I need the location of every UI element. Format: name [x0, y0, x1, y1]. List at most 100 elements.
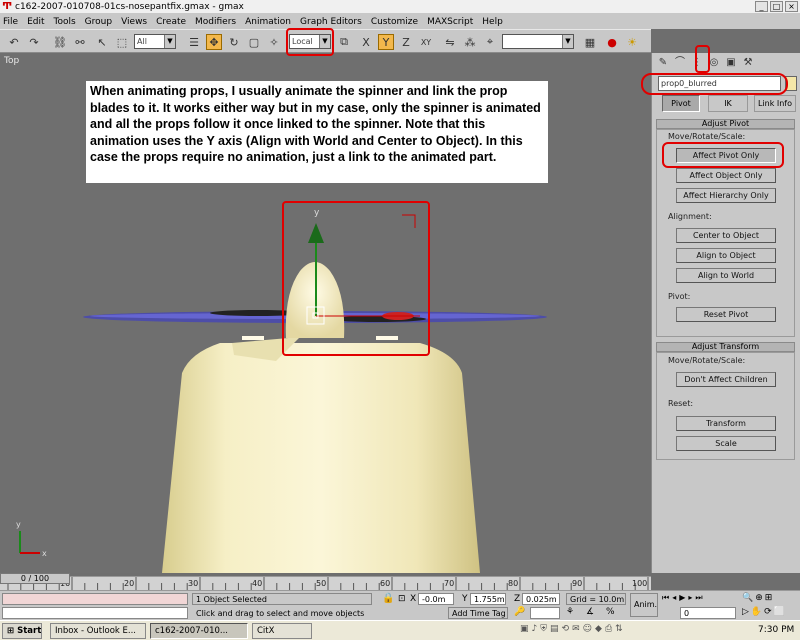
coord-x-field[interactable]: -0.0m: [418, 593, 454, 605]
viewport-label[interactable]: Top: [4, 56, 19, 66]
tray-network-icon[interactable]: ▣: [520, 624, 532, 634]
maxscript-listener-mini[interactable]: [2, 593, 188, 605]
zoom-extents-icon[interactable]: ⊞: [765, 593, 775, 603]
tray-app-icon[interactable]: ◆: [595, 624, 605, 634]
maxscript-input[interactable]: [2, 607, 188, 619]
select-by-name-icon[interactable]: ☰: [186, 34, 202, 50]
angle-snap-icon[interactable]: ∡: [586, 607, 594, 617]
restrict-x-button[interactable]: X: [358, 34, 374, 50]
tray-shield-icon[interactable]: ⛨: [540, 624, 550, 634]
menu-help[interactable]: Help: [482, 17, 503, 27]
object-name-field[interactable]: prop0_blurred: [658, 76, 781, 91]
menu-edit[interactable]: Edit: [27, 17, 44, 27]
percent-snap-icon[interactable]: %: [606, 607, 615, 617]
tray-update-icon[interactable]: ⟲: [562, 624, 573, 634]
restrict-y-button[interactable]: Y: [378, 34, 394, 50]
select-and-move-icon[interactable]: ✥: [206, 34, 222, 50]
lock-selection-icon[interactable]: 🔒: [382, 593, 394, 604]
select-and-rotate-icon[interactable]: ↻: [226, 34, 242, 50]
rollout-adjust-pivot[interactable]: Adjust Pivot: [656, 119, 795, 129]
menu-customize[interactable]: Customize: [371, 17, 418, 27]
tray-volume-icon[interactable]: ♪: [532, 624, 541, 634]
affect-object-only-button[interactable]: Affect Object Only: [676, 168, 776, 183]
menu-file[interactable]: File: [3, 17, 18, 27]
named-selection-dropdown[interactable]: ▼: [502, 34, 574, 49]
add-time-tag-button[interactable]: Add Time Tag: [448, 607, 508, 619]
align-to-world-button[interactable]: Align to World: [676, 268, 776, 283]
close-button[interactable]: ×: [785, 1, 798, 12]
start-button[interactable]: ⊞ Start: [2, 623, 42, 639]
menu-group[interactable]: Group: [85, 17, 112, 27]
menu-maxscript[interactable]: MAXScript: [427, 17, 473, 27]
pan-icon[interactable]: ✋: [751, 607, 764, 617]
manipulate-icon[interactable]: ✧: [266, 34, 282, 50]
dont-affect-children-button[interactable]: Don't Affect Children: [676, 372, 776, 387]
redo-icon[interactable]: ↷: [26, 34, 42, 50]
minimize-button[interactable]: _: [755, 1, 768, 12]
use-pivot-center-icon[interactable]: ⧉: [336, 34, 352, 50]
rollout-adjust-transform[interactable]: Adjust Transform: [656, 342, 795, 352]
modify-tab-icon[interactable]: ⌒: [673, 56, 687, 70]
tray-sync-icon[interactable]: ⇅: [615, 624, 626, 634]
align-icon[interactable]: ⌖: [482, 34, 498, 50]
restrict-xy-button[interactable]: XY: [418, 34, 434, 50]
restrict-z-button[interactable]: Z: [398, 34, 414, 50]
zoom-all-icon[interactable]: ⊕: [755, 593, 765, 603]
reset-transform-button[interactable]: Transform: [676, 416, 776, 431]
quick-render-icon[interactable]: ☀: [624, 34, 640, 50]
object-color-swatch[interactable]: [785, 76, 797, 91]
animate-button[interactable]: Anim.: [630, 593, 658, 617]
menu-modifiers[interactable]: Modifiers: [195, 17, 236, 27]
menu-tools[interactable]: Tools: [54, 17, 76, 27]
unlink-selection-icon[interactable]: ⚯: [72, 34, 88, 50]
tray-chat-icon[interactable]: ☺: [583, 624, 595, 634]
select-and-link-icon[interactable]: ⛓: [52, 34, 68, 50]
display-tab-icon[interactable]: ▣: [724, 56, 738, 70]
play-icon[interactable]: ▶: [679, 593, 688, 602]
utilities-tab-icon[interactable]: ⚒: [741, 56, 755, 70]
top-viewport[interactable]: y y x When animating props, I usually an…: [0, 53, 651, 573]
go-to-start-icon[interactable]: ⏮: [662, 593, 672, 602]
maximize-viewport-icon[interactable]: ⬜: [774, 607, 787, 617]
tab-link-info[interactable]: Link Info: [754, 95, 796, 112]
hierarchy-tab-icon[interactable]: ⋮: [690, 56, 704, 70]
menu-graph-editors[interactable]: Graph Editors: [300, 17, 362, 27]
absolute-mode-icon[interactable]: ⊡: [398, 594, 406, 604]
center-to-object-button[interactable]: Center to Object: [676, 228, 776, 243]
motion-tab-icon[interactable]: ◎: [707, 56, 721, 70]
affect-pivot-only-button[interactable]: Affect Pivot Only: [676, 148, 776, 163]
current-frame-field[interactable]: 0: [680, 607, 736, 619]
track-bar[interactable]: 102030405060708090100: [0, 576, 651, 591]
arc-rotate-icon[interactable]: ⟳: [764, 607, 774, 617]
select-and-scale-icon[interactable]: ▢: [246, 34, 262, 50]
create-tab-icon[interactable]: ✎: [656, 56, 670, 70]
taskbar-item-gmax[interactable]: c162-2007-010...: [150, 623, 248, 639]
menu-animation[interactable]: Animation: [245, 17, 291, 27]
taskbar-item-citx[interactable]: CitX: [252, 623, 312, 639]
affect-hierarchy-only-button[interactable]: Affect Hierarchy Only: [676, 188, 776, 203]
coord-z-field[interactable]: 0.025m: [522, 593, 560, 605]
time-config-field[interactable]: [530, 607, 560, 619]
mirror-icon[interactable]: ⇋: [442, 34, 458, 50]
tab-ik[interactable]: IK: [708, 95, 748, 112]
tray-display-icon[interactable]: ▤: [550, 624, 562, 634]
tray-mail-icon[interactable]: ✉: [572, 624, 583, 634]
key-filter-icon[interactable]: 🔑: [514, 607, 525, 617]
array-icon[interactable]: ⁂: [462, 34, 478, 50]
tray-printer-icon[interactable]: ⎙: [605, 624, 615, 634]
coord-y-field[interactable]: 1.755m: [470, 593, 506, 605]
select-object-icon[interactable]: ↖: [94, 34, 110, 50]
taskbar-item-outlook[interactable]: Inbox - Outlook E...: [50, 623, 146, 639]
undo-icon[interactable]: ↶: [6, 34, 22, 50]
render-icon[interactable]: ●: [604, 34, 620, 50]
maximize-button[interactable]: □: [770, 1, 783, 12]
menu-create[interactable]: Create: [156, 17, 186, 27]
go-to-end-icon[interactable]: ⏭: [695, 593, 705, 602]
reference-coord-system-dropdown[interactable]: Local ▼: [289, 34, 331, 49]
material-editor-icon[interactable]: ▦: [582, 34, 598, 50]
menu-views[interactable]: Views: [121, 17, 147, 27]
align-to-object-button[interactable]: Align to Object: [676, 248, 776, 263]
field-of-view-icon[interactable]: ▷: [742, 607, 751, 617]
selection-filter-dropdown[interactable]: All ▼: [134, 34, 176, 49]
tab-pivot[interactable]: Pivot: [662, 95, 700, 112]
